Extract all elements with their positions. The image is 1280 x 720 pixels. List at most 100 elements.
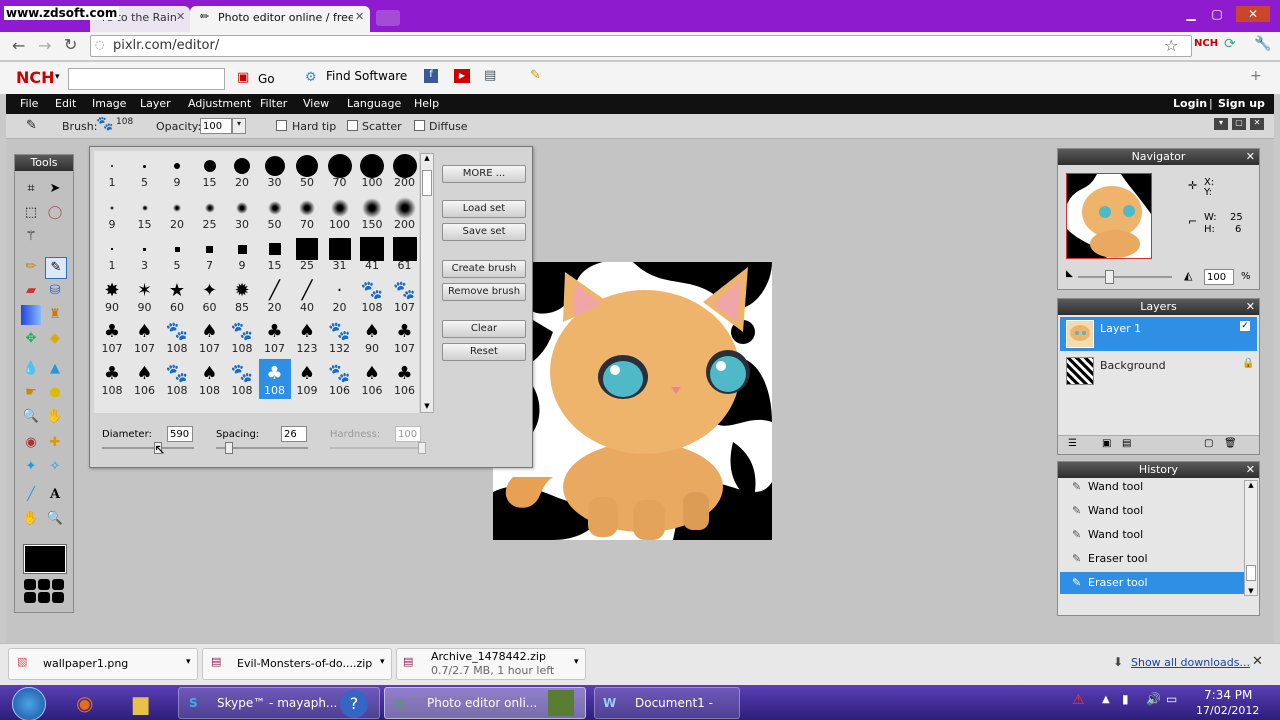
menu-filter[interactable]: Filter — [260, 97, 287, 110]
pencil-icon[interactable]: ✏ — [21, 257, 41, 277]
zoom-slider[interactable] — [1078, 276, 1172, 278]
blur-icon[interactable]: 💧 — [21, 359, 41, 379]
layer-style-icon[interactable]: ▤ — [1122, 438, 1131, 449]
image-canvas[interactable] — [493, 262, 772, 540]
brush-preset[interactable]: 25 — [291, 234, 323, 274]
brush-preset[interactable]: 9 — [226, 234, 258, 274]
chevron-down-icon[interactable]: ▾ — [55, 72, 60, 82]
taskbar-word[interactable]: W Document1 - Mic... — [594, 687, 740, 719]
brush-preset[interactable]: 30 — [259, 151, 291, 191]
brush-preset-selected[interactable]: ♣ 108 — [258, 358, 291, 399]
bucket-icon[interactable]: ⛁ — [45, 281, 65, 301]
download-item[interactable]: ▤ Archive_1478442.zip 0.7/2.7 MB, 1 hour… — [396, 648, 586, 680]
dodge-icon[interactable]: 🔍 — [21, 407, 41, 427]
color-replace-icon[interactable]: ✥ — [21, 329, 41, 349]
history-item[interactable]: ✎ Eraser tool — [1060, 548, 1245, 570]
close-window-icon[interactable]: ✕ — [1236, 6, 1270, 22]
move-icon[interactable]: ➤ — [45, 179, 65, 199]
brush-preset[interactable]: ♠ 109 — [291, 359, 323, 399]
brush-preset[interactable]: 1 — [96, 151, 128, 191]
brush-preset[interactable]: 41 — [356, 234, 388, 274]
history-scrollbar[interactable]: ▲ ▼ — [1244, 480, 1258, 596]
brush-preset[interactable]: 🐾 107 — [389, 276, 420, 316]
zoom-slider-handle[interactable] — [1105, 270, 1114, 284]
opacity-dropdown-icon[interactable]: ▾ — [232, 118, 246, 134]
drawing-icon[interactable]: ◆ — [45, 329, 65, 349]
brush-preset[interactable]: ♣ 107 — [96, 317, 128, 357]
more-brushes-button[interactable]: MORE ... — [442, 165, 526, 183]
show-all-downloads-link[interactable]: Show all downloads... — [1131, 656, 1250, 669]
monitor-icon[interactable]: ▤ — [484, 68, 496, 83]
zoom-input[interactable] — [1204, 269, 1234, 285]
hand-icon[interactable]: ✋ — [21, 509, 41, 529]
brush-preset[interactable]: ╱ 40 — [291, 276, 323, 316]
close-icon[interactable]: ✕ — [1246, 462, 1255, 478]
minecraft-icon[interactable] — [548, 690, 574, 716]
brush-preset[interactable]: 15 — [194, 151, 226, 191]
delete-layer-icon[interactable]: 🗑 — [1224, 438, 1237, 449]
zoom-out-icon[interactable]: ◣ — [1066, 269, 1073, 279]
crop-icon[interactable]: ⌗ — [21, 179, 41, 199]
brush-preset[interactable]: 100 — [324, 193, 356, 233]
sharpen-icon[interactable]: ▲ — [45, 359, 65, 379]
eraser-icon[interactable]: ▰ — [21, 281, 41, 301]
back-icon[interactable]: ← — [12, 36, 25, 55]
bloat-icon[interactable]: ✦ — [21, 457, 41, 477]
red-eye-icon[interactable]: ◉ — [21, 433, 41, 453]
brush-preset[interactable]: 5 — [129, 151, 161, 191]
clear-button[interactable]: Clear — [442, 320, 526, 338]
close-icon[interactable]: ✕ — [1246, 299, 1255, 315]
minimize-icon[interactable]: ▁ — [1178, 6, 1204, 22]
go-button[interactable]: Go — [258, 72, 275, 86]
reset-button[interactable]: Reset — [442, 343, 526, 361]
pinch-icon[interactable]: ✧ — [45, 457, 65, 477]
create-brush-button[interactable]: Create brush — [442, 260, 526, 278]
close-app-icon[interactable]: ✕ — [1250, 118, 1264, 130]
brush-preset[interactable]: 150 — [356, 193, 388, 233]
brush-preset[interactable]: ★ 60 — [161, 276, 193, 316]
layer-row-layer-1[interactable]: Layer 1 ✓ — [1060, 317, 1257, 351]
view-mode-grid[interactable] — [24, 579, 64, 605]
login-link[interactable]: Login — [1173, 97, 1207, 110]
brush-preset[interactable]: 9 — [161, 151, 193, 191]
folder-icon[interactable]: ▆ — [133, 691, 148, 715]
lasso-icon[interactable]: ◯ — [45, 203, 65, 223]
brush-preset[interactable]: ♠ 106 — [356, 359, 388, 399]
brush-preset[interactable]: ♠ 106 — [129, 359, 161, 399]
volume-icon[interactable]: 🔊 — [1146, 692, 1161, 706]
download-item[interactable]: ▤ Evil-Monsters-of-do....zip ▾ — [202, 648, 392, 680]
save-set-button[interactable]: Save set — [442, 223, 526, 241]
highlighter-icon[interactable]: ✎ — [530, 68, 541, 83]
firefox-icon[interactable]: ◉ — [76, 691, 93, 715]
new-tab-button[interactable] — [376, 10, 400, 26]
maximize-icon[interactable]: ▢ — [1204, 6, 1230, 22]
type-icon[interactable]: A — [45, 485, 65, 505]
brush-preset[interactable]: 50 — [291, 151, 323, 191]
brush-preset[interactable]: 70 — [324, 151, 356, 191]
menu-language[interactable]: Language — [347, 97, 401, 110]
brush-preset[interactable]: ♣ 107 — [259, 317, 291, 357]
brush-preset[interactable]: 15 — [129, 193, 161, 233]
stamp-icon[interactable]: ♜ — [45, 305, 65, 325]
clock-time[interactable]: 7:34 PM — [1204, 688, 1252, 702]
clock-date[interactable]: 17/02/2012 — [1196, 704, 1259, 717]
zoom-icon[interactable]: 🔍 — [45, 509, 65, 529]
opacity-input[interactable] — [200, 118, 232, 134]
history-item-selected[interactable]: ✎ Eraser tool — [1060, 572, 1245, 594]
menu-adjustment[interactable]: Adjustment — [188, 97, 251, 110]
brush-preset[interactable]: ╱ 20 — [259, 276, 291, 316]
start-button[interactable] — [12, 687, 46, 720]
color-picker-icon[interactable]: ╱ — [21, 485, 41, 505]
brush-preset[interactable]: 30 — [226, 193, 258, 233]
wand-icon[interactable]: ⚚ — [21, 227, 41, 247]
brush-preset[interactable]: 🐾 108 — [161, 317, 193, 357]
remove-brush-button[interactable]: Remove brush — [442, 283, 526, 301]
close-icon[interactable]: ✕ — [1246, 149, 1255, 165]
youtube-icon[interactable]: ▶ — [454, 69, 470, 83]
brush-grid-scrollbar[interactable]: ▲ ▼ — [420, 153, 434, 413]
brush-preset[interactable]: 200 — [389, 193, 420, 233]
brush-preset[interactable]: ♣ 106 — [389, 359, 420, 399]
brush-preset[interactable]: 🐾 108 — [161, 359, 193, 399]
diameter-input[interactable] — [167, 426, 193, 442]
alert-icon[interactable]: ⚠ — [1072, 692, 1085, 708]
